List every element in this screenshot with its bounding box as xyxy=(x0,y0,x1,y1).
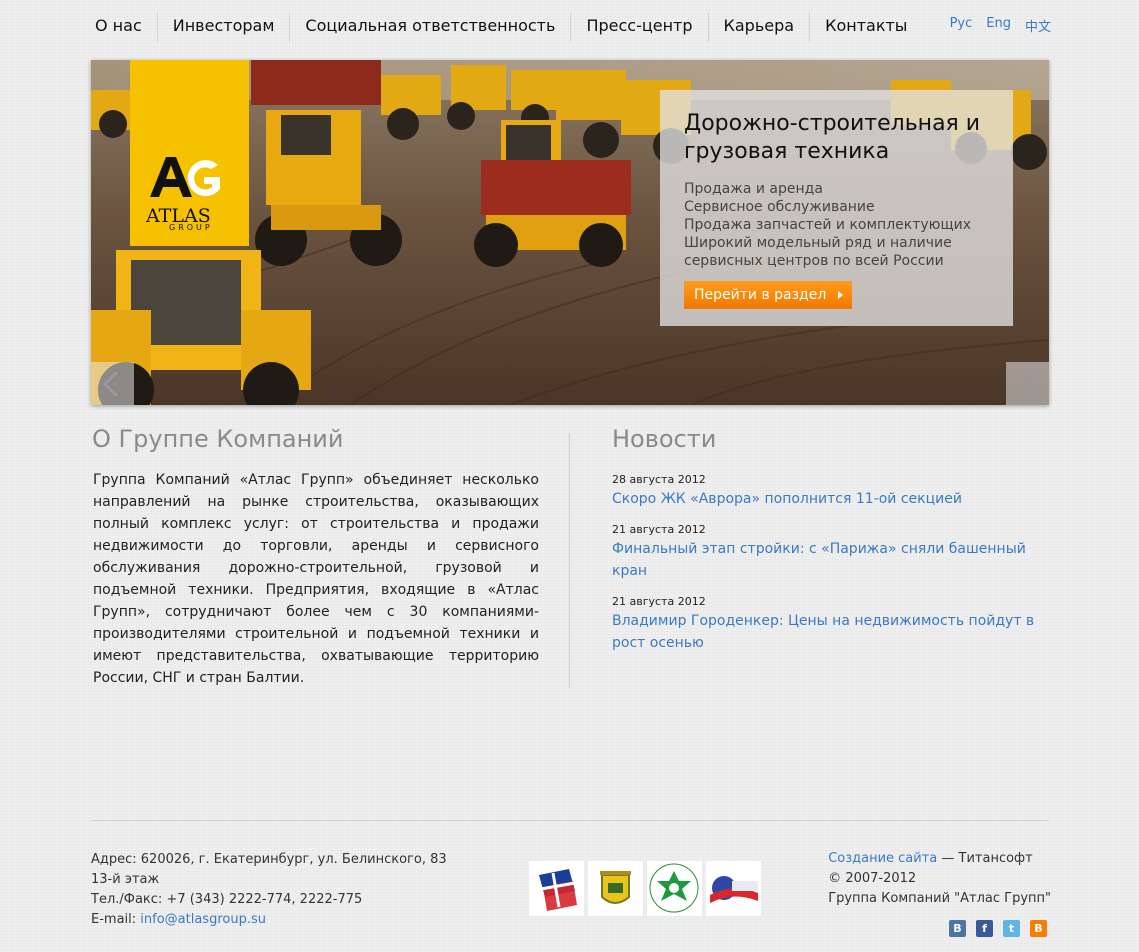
footer-email-label: E-mail: xyxy=(91,912,141,927)
footer-contacts: Адрес: 620026, г. Екатеринбург, ул. Бели… xyxy=(91,850,447,930)
social-links: B f t B xyxy=(949,920,1047,937)
news-link[interactable]: Владимир Городенкер: Цены на недвижимост… xyxy=(612,610,1042,654)
footer-credits: Создание сайта — Титансофт © 2007-2012 Г… xyxy=(828,849,1051,909)
about-title: О Группе Компаний xyxy=(92,425,344,453)
banner-feature: сервисных центров по всей России xyxy=(684,253,944,269)
news-date: 21 августа 2012 xyxy=(612,523,706,536)
logo-group-text: GROUP xyxy=(169,223,213,232)
rspp-logo[interactable] xyxy=(529,861,584,916)
lang-cn[interactable]: 中文 xyxy=(1025,16,1051,35)
nav-item-contacts[interactable]: Контакты xyxy=(809,12,922,42)
blogger-icon[interactable]: B xyxy=(1030,920,1047,937)
main-nav: О нас Инвесторам Социальная ответственно… xyxy=(80,12,922,42)
green-emblem-logo[interactable] xyxy=(647,861,702,916)
association-icon xyxy=(710,876,758,903)
footer-phone: Тел./Факс: +7 (343) 2222-774, 2222-775 xyxy=(91,892,363,907)
footer-site-credit-row: Создание сайта — Титансофт xyxy=(828,849,1051,869)
rspp-logo-icon xyxy=(539,869,577,911)
footer-company: Группа Компаний "Атлас Групп" xyxy=(828,891,1051,906)
partner-logos xyxy=(529,861,761,916)
coat-of-arms-icon xyxy=(600,871,631,904)
lang-ru[interactable]: Рус xyxy=(950,16,973,35)
twitter-icon[interactable]: t xyxy=(1003,920,1020,937)
news-title: Новости xyxy=(612,425,717,453)
about-text: Группа Компаний «Атлас Групп» объединяет… xyxy=(93,472,539,686)
chevron-right-icon xyxy=(1021,370,1038,398)
facebook-icon[interactable]: f xyxy=(976,920,993,937)
coat-of-arms-logo[interactable] xyxy=(588,861,643,916)
slider-prev-button[interactable] xyxy=(91,362,134,405)
nav-item-investors[interactable]: Инвесторам xyxy=(156,12,290,42)
footer-address: Адрес: 620026, г. Екатеринбург, ул. Бели… xyxy=(91,852,447,867)
nav-item-social-responsibility[interactable]: Социальная ответственность xyxy=(289,12,570,42)
site-creator: — Титансофт xyxy=(937,851,1033,866)
go-to-section-button[interactable]: Перейти в раздел xyxy=(684,281,853,309)
nav-item-about[interactable]: О нас xyxy=(80,12,157,42)
vkontakte-icon[interactable]: B xyxy=(949,920,966,937)
slider-next-button[interactable] xyxy=(1006,362,1049,405)
banner-feature: Сервисное обслуживание xyxy=(684,199,875,215)
footer-copyright: © 2007-2012 xyxy=(828,871,917,886)
news-item: 28 августа 2012 Скоро ЖК «Аврора» пополн… xyxy=(612,472,1042,510)
green-emblem-icon xyxy=(649,863,699,913)
go-to-section-label: Перейти в раздел xyxy=(694,287,827,303)
news-link[interactable]: Финальный этап стройки: с «Парижа» сняли… xyxy=(612,538,1042,582)
news-link[interactable]: Скоро ЖК «Аврора» пополнится 11-ой секци… xyxy=(612,488,1042,510)
nav-item-press-center[interactable]: Пресс-центр xyxy=(570,12,707,42)
ag-monogram xyxy=(150,157,220,197)
footer-floor: 13-й этаж xyxy=(91,872,160,887)
news-date: 28 августа 2012 xyxy=(612,473,706,486)
atlas-group-logo[interactable]: ATLAS GROUP xyxy=(130,60,249,246)
chevron-left-icon xyxy=(102,370,119,398)
news-list: 28 августа 2012 Скоро ЖК «Аврора» пополн… xyxy=(612,472,1042,666)
banner-feature: Продажа и аренда xyxy=(684,181,823,197)
news-item: 21 августа 2012 Финальный этап стройки: … xyxy=(612,522,1042,582)
banner-feature: Широкий модельный ряд и наличие xyxy=(684,235,952,251)
association-logo[interactable] xyxy=(706,861,761,916)
news-item: 21 августа 2012 Владимир Городенкер: Цен… xyxy=(612,594,1042,654)
footer-email-link[interactable]: info@atlasgroup.su xyxy=(140,912,266,927)
nav-item-career[interactable]: Карьера xyxy=(707,12,810,42)
site-creation-link[interactable]: Создание сайта xyxy=(828,851,937,866)
lang-en[interactable]: Eng xyxy=(986,16,1011,35)
footer-email-row: E-mail: info@atlasgroup.su xyxy=(91,910,447,930)
banner-info-panel: Дорожно-строительная и грузовая техника … xyxy=(660,90,1013,326)
arrow-right-icon xyxy=(838,291,844,299)
banner-feature-list: Продажа и аренда Сервисное обслуживание … xyxy=(684,180,971,270)
news-date: 21 августа 2012 xyxy=(612,595,706,608)
footer-divider xyxy=(91,820,1049,821)
banner-title: Дорожно-строительная и грузовая техника xyxy=(684,111,981,164)
hero-banner: ATLAS GROUP Дорожно-строительная и грузо… xyxy=(91,60,1049,405)
banner-feature: Продажа запчастей и комплектующих xyxy=(684,217,972,233)
column-divider xyxy=(569,433,570,688)
language-switcher: Рус Eng 中文 xyxy=(950,16,1051,35)
